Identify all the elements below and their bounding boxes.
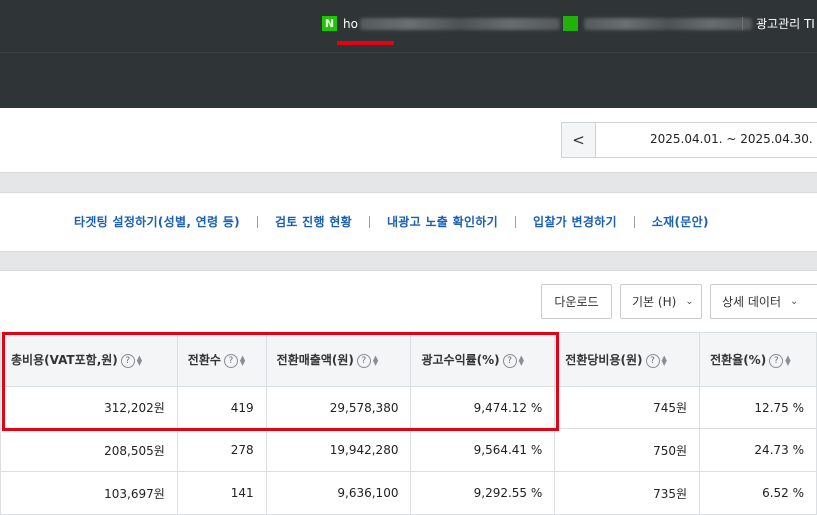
cell-total-cost: 208,505원 [0, 428, 178, 472]
account-selector-2[interactable] [563, 16, 752, 31]
date-prev-button[interactable]: < [562, 123, 596, 157]
chevron-down-icon: ⌄ [685, 296, 694, 307]
cell-conversion-revenue: 29,578,380 [265, 386, 412, 429]
section-divider [0, 251, 817, 271]
chevron-down-icon: ⌄ [790, 296, 799, 307]
link-review-status[interactable]: 검토 진행 현황 [275, 213, 352, 230]
download-button[interactable]: 다운로드 [541, 284, 612, 319]
col-conversions[interactable]: 전환수? ▲ ▼ [176, 332, 267, 387]
link-separator [256, 215, 258, 228]
detail-data-dropdown[interactable]: 상세 데이터 ⌄ [710, 284, 817, 319]
quick-links-bar: 타겟팅 설정하기(성별, 연령 등) 검토 진행 현황 내광고 노출 확인하기 … [0, 193, 817, 251]
cell-total-cost: 312,202원 [0, 386, 178, 429]
basic-view-label: 기본 (H) [632, 295, 677, 309]
link-my-ad-exposure[interactable]: 내광고 노출 확인하기 [387, 213, 498, 230]
cell-conversion-rate: 12.75 % [699, 386, 817, 429]
stats-table: 총비용(VAT포함,원)? ▲ ▼ 전환수? ▲ ▼ 전환매출액(원)? ▲ ▼ 광고수익률… [0, 332, 817, 515]
basic-view-dropdown[interactable]: 기본 (H) ⌄ [620, 284, 702, 319]
header-separator [742, 17, 743, 30]
account-1-name: ho [343, 16, 358, 31]
table-row: 103,697원 141 9,636,100 9,292.55 % 735원 6… [0, 471, 817, 515]
top-header: N ho 광고관리 TI [0, 0, 817, 108]
cell-roas: 9,474.12 % [410, 386, 556, 429]
detail-data-label: 상세 데이터 [722, 295, 782, 309]
cell-cost-per-conversion: 745원 [554, 386, 701, 429]
stats-table-container: 총비용(VAT포함,원)? ▲ ▼ 전환수? ▲ ▼ 전환매출액(원)? ▲ ▼ 광고수익률… [0, 332, 817, 515]
cell-conversions: 419 [176, 386, 267, 429]
header-divider [0, 52, 817, 53]
table-header-row: 총비용(VAT포함,원)? ▲ ▼ 전환수? ▲ ▼ 전환매출액(원)? ▲ ▼ 광고수익률… [0, 332, 817, 387]
col-conversion-revenue[interactable]: 전환매출액(원)? ▲ ▼ [265, 332, 412, 387]
col-total-cost[interactable]: 총비용(VAT포함,원)? ▲ ▼ [0, 332, 178, 387]
cell-conversion-revenue: 19,942,280 [265, 428, 412, 472]
cell-roas: 9,564.41 % [410, 428, 556, 472]
col-cost-per-conversion[interactable]: 전환당비용(원)? ▲ ▼ [554, 332, 701, 387]
account-2-redacted [584, 17, 752, 30]
help-icon[interactable]: ? [645, 353, 660, 368]
section-divider [0, 172, 817, 193]
cell-conversions: 141 [176, 471, 267, 515]
table-row: 312,202원 419 29,578,380 9,474.12 % 745원 … [0, 386, 817, 429]
cell-conversions: 278 [176, 428, 267, 472]
help-icon[interactable]: ? [223, 353, 238, 368]
naver-n-icon: N [322, 16, 337, 31]
link-change-bid[interactable]: 입찰가 변경하기 [533, 213, 617, 230]
date-range-picker[interactable]: < 2025.04.01. ~ 2025.04.30. [561, 122, 817, 158]
link-separator [368, 215, 370, 228]
col-roas[interactable]: 광고수익률(%)? ▲ ▼ [410, 332, 556, 387]
cell-total-cost: 103,697원 [0, 471, 178, 515]
link-separator [633, 215, 635, 228]
account-selector-1[interactable]: N ho [322, 16, 560, 31]
account-2-icon [563, 16, 578, 31]
cell-roas: 9,292.55 % [410, 471, 556, 515]
ad-management-link[interactable]: 광고관리 TI [756, 15, 815, 32]
link-separator [514, 215, 516, 228]
cell-cost-per-conversion: 750원 [554, 428, 701, 472]
cell-conversion-rate: 6.52 % [699, 471, 817, 515]
sort-icon[interactable]: ▲ ▼ [662, 354, 670, 366]
sort-icon[interactable]: ▲ ▼ [137, 354, 145, 366]
link-targeting[interactable]: 타겟팅 설정하기(성별, 연령 등) [74, 213, 240, 230]
sort-icon[interactable]: ▲ ▼ [785, 354, 793, 366]
table-row: 208,505원 278 19,942,280 9,564.41 % 750원 … [0, 428, 817, 472]
cell-conversion-revenue: 9,636,100 [265, 471, 412, 515]
help-icon[interactable]: ? [120, 353, 135, 368]
sort-icon[interactable]: ▲ ▼ [519, 354, 527, 366]
cell-cost-per-conversion: 735원 [554, 471, 701, 515]
help-icon[interactable]: ? [502, 353, 517, 368]
help-icon[interactable]: ? [769, 353, 784, 368]
col-conversion-rate[interactable]: 전환율(%)? ▲ ▼ [699, 332, 817, 387]
date-range-text: 2025.04.01. ~ 2025.04.30. [650, 132, 813, 146]
red-underline-highlight [337, 41, 394, 45]
sort-icon[interactable]: ▲ ▼ [373, 354, 381, 366]
help-icon[interactable]: ? [356, 353, 371, 368]
cell-conversion-rate: 24.73 % [699, 428, 817, 472]
link-creative[interactable]: 소재(문안) [652, 213, 709, 230]
sort-icon[interactable]: ▲ ▼ [240, 354, 248, 366]
account-1-redacted [359, 17, 560, 30]
